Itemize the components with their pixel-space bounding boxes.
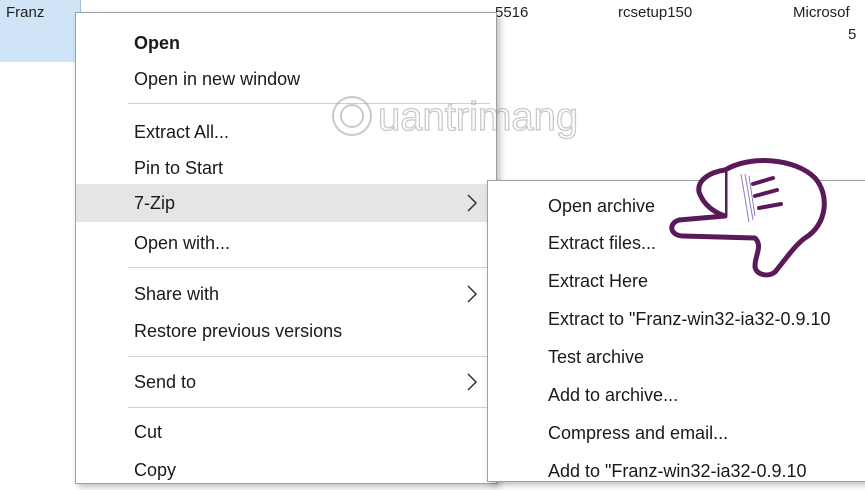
menu-item-label: Copy [134, 459, 177, 480]
chevron-right-icon [467, 373, 478, 391]
menu-item-copy[interactable]: Copy [76, 451, 496, 489]
file-label-5516[interactable]: 5516 [495, 4, 528, 21]
submenu-item-label: Extract Here [548, 270, 649, 291]
chevron-right-icon [467, 194, 478, 212]
submenu-item-label: Compress and email... [548, 422, 729, 443]
selected-file-tile[interactable]: Franz [0, 0, 81, 62]
menu-item-label: Open [134, 32, 181, 53]
menu-item-label: Restore previous versions [134, 320, 343, 341]
submenu-item-compress-and-email[interactable]: Compress and email... [488, 414, 865, 452]
menu-item-pin-to-start[interactable]: Pin to Start [76, 149, 496, 187]
submenu-item-label: Add to archive... [548, 384, 679, 405]
menu-item-open-with[interactable]: Open with... [76, 224, 496, 262]
menu-item-label: Open in new window [134, 68, 301, 89]
submenu-item-label: Test archive [548, 346, 645, 367]
menu-item-restore-previous-versions[interactable]: Restore previous versions [76, 312, 496, 350]
menu-item-send-to[interactable]: Send to [76, 363, 496, 401]
file-label-microsoft[interactable]: Microsof [793, 4, 850, 21]
file-label-microsoft-sub: 5 [848, 26, 857, 43]
submenu-item-label: Add to "Franz-win32-ia32-0.9.10 [548, 460, 807, 481]
pointing-hand-icon [669, 158, 827, 278]
menu-item-label: Open with... [134, 232, 231, 253]
submenu-item-add-to-named-archive[interactable]: Add to "Franz-win32-ia32-0.9.10 [488, 452, 865, 490]
menu-separator [128, 356, 490, 357]
menu-separator [128, 407, 490, 408]
menu-separator [128, 103, 490, 104]
file-name: Franz [6, 4, 45, 21]
menu-item-label: Pin to Start [134, 157, 224, 178]
submenu-item-label: Extract files... [548, 232, 657, 253]
menu-item-open[interactable]: Open [76, 24, 496, 62]
menu-item-label: Cut [134, 421, 163, 442]
menu-item-label: Send to [134, 371, 197, 392]
menu-item-label: Share with [134, 283, 220, 304]
menu-item-cut[interactable]: Cut [76, 413, 496, 451]
submenu-item-test-archive[interactable]: Test archive [488, 338, 865, 376]
submenu-item-label: Extract to "Franz-win32-ia32-0.9.10 [548, 308, 831, 329]
menu-separator [128, 267, 490, 268]
menu-item-extract-all[interactable]: Extract All... [76, 113, 496, 151]
submenu-item-add-to-archive[interactable]: Add to archive... [488, 376, 865, 414]
submenu-item-extract-to-folder[interactable]: Extract to "Franz-win32-ia32-0.9.10 [488, 300, 865, 338]
menu-item-share-with[interactable]: Share with [76, 275, 496, 313]
menu-item-label: Extract All... [134, 121, 230, 142]
menu-item-label: 7-Zip [134, 192, 176, 213]
chevron-right-icon [467, 285, 478, 303]
submenu-item-label: Open archive [548, 195, 656, 216]
context-menu: Open Open in new window Extract All... P… [75, 12, 497, 484]
file-label-rcsetup[interactable]: rcsetup150 [618, 4, 692, 21]
menu-item-7zip[interactable]: 7-Zip [76, 184, 496, 222]
menu-item-open-new-window[interactable]: Open in new window [76, 60, 496, 98]
